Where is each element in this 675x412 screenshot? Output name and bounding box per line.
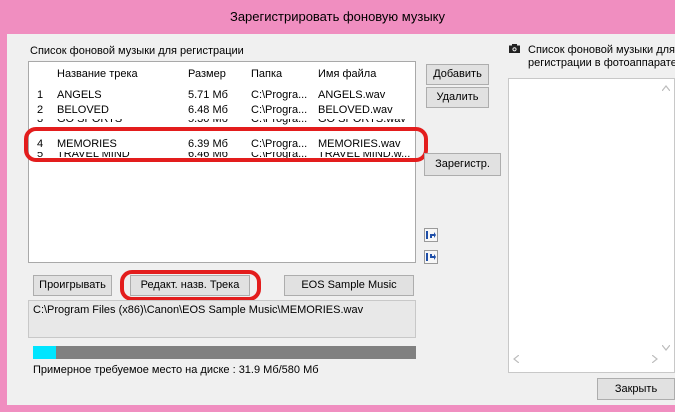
scroll-down-icon[interactable]: [661, 342, 671, 354]
table-row[interactable]: 3 GO SPORTS 5.30 Мб C:\Progra... GO SPOR…: [29, 119, 415, 128]
table-row[interactable]: 5 TRAVEL MIND 6.46 Мб C:\Progra... TRAVE…: [29, 152, 415, 162]
scroll-up-icon[interactable]: [661, 83, 671, 93]
move-up-icon[interactable]: [424, 228, 438, 242]
move-down-icon-glyph: [426, 253, 436, 261]
file-path-text: C:\Program Files (x86)\Canon\EOS Sample …: [33, 304, 364, 316]
scroll-left-icon[interactable]: [513, 354, 520, 366]
disk-space-progress-fill: [33, 346, 56, 359]
camera-list-label-line2: регистрации в фотоаппарате: [528, 57, 675, 69]
close-button[interactable]: Закрыть: [597, 378, 675, 400]
file-path-box: C:\Program Files (x86)\Canon\EOS Sample …: [28, 300, 416, 338]
row-number: 2: [37, 104, 44, 116]
track-name: GO SPORTS: [57, 119, 123, 125]
list-header: Название трека Размер Папка Имя файла: [29, 66, 415, 83]
move-down-icon[interactable]: [424, 250, 438, 264]
track-folder: C:\Progra...: [251, 138, 308, 150]
dialog-window: Зарегистрировать фоновую музыку Список ф…: [0, 0, 675, 412]
register-button[interactable]: Зарегистр.: [424, 153, 501, 176]
eos-sample-music-button[interactable]: EOS Sample Music: [284, 275, 414, 296]
track-size: 6.48 Мб: [188, 104, 228, 116]
window-title: Зарегистрировать фоновую музыку: [0, 0, 675, 34]
row-number: 5: [37, 152, 44, 160]
disk-space-progress-bar: [33, 346, 416, 359]
track-size: 6.46 Мб: [188, 152, 228, 160]
track-name: MEMORIES: [57, 138, 117, 150]
camera-icon-glyph: [509, 44, 520, 53]
camera-list-label-line1: Список фоновой музыки для: [528, 44, 675, 56]
track-folder: C:\Progra...: [251, 104, 308, 116]
delete-button[interactable]: Удалить: [426, 87, 489, 108]
column-header-size[interactable]: Размер: [188, 66, 238, 83]
track-file-name: MEMORIES.wav: [318, 138, 401, 150]
track-folder: C:\Progra...: [251, 119, 308, 125]
play-button[interactable]: Проигрывать: [33, 275, 112, 296]
track-size: 5.30 Мб: [188, 119, 228, 125]
camera-music-list-panel[interactable]: [508, 78, 675, 373]
scroll-left-arrow: [513, 354, 520, 364]
scroll-up-arrow: [661, 85, 671, 92]
move-up-icon-glyph: [426, 231, 436, 239]
track-name: BELOVED: [57, 104, 109, 116]
table-row[interactable]: 2 BELOVED 6.48 Мб C:\Progra... BELOVED.w…: [29, 102, 415, 119]
column-header-track-name[interactable]: Название трека: [57, 66, 177, 83]
edit-track-name-button[interactable]: Редакт. назв. Трека: [130, 275, 250, 296]
music-list-panel[interactable]: Название трека Размер Папка Имя файла 1 …: [28, 61, 416, 263]
scroll-right-arrow: [651, 354, 658, 364]
scroll-down-arrow: [661, 344, 671, 351]
add-button[interactable]: Добавить: [426, 64, 489, 85]
column-header-folder[interactable]: Папка: [251, 66, 311, 83]
music-list-label: Список фоновой музыки для регистрации: [30, 45, 244, 57]
camera-icon: [509, 44, 520, 53]
scroll-right-icon[interactable]: [651, 354, 658, 366]
track-folder: C:\Progra...: [251, 152, 308, 160]
disk-space-label: Примерное требуемое место на диске : 31.…: [33, 364, 319, 376]
column-header-file-name[interactable]: Имя файла: [318, 66, 410, 83]
track-name: TRAVEL MIND: [57, 152, 130, 160]
table-row-selected[interactable]: 4 MEMORIES 6.39 Мб C:\Progra... MEMORIES…: [29, 136, 415, 153]
row-number: 3: [37, 119, 44, 125]
track-file-name: TRAVEL MIND.w...: [318, 152, 410, 160]
track-size: 6.39 Мб: [188, 138, 228, 150]
track-file-name: BELOVED.wav: [318, 104, 393, 116]
track-file-name: GO SPORTS.wav: [318, 119, 406, 125]
row-number: 4: [37, 138, 44, 150]
